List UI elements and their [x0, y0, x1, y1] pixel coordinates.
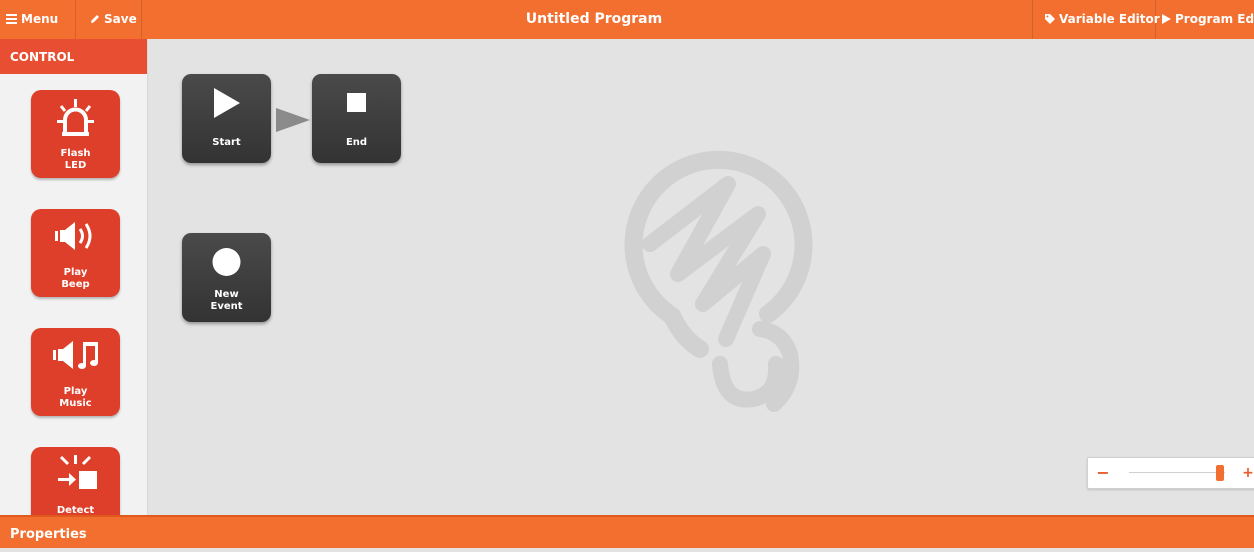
connector-arrow-icon — [276, 108, 312, 136]
palette-block-detect[interactable]: Detect — [31, 447, 120, 515]
tag-icon — [1045, 0, 1055, 39]
palette-block-label-line2: Beep — [61, 279, 90, 290]
program-editor-label: Program Edi — [1175, 12, 1254, 26]
palette-category-control[interactable]: CONTROL — [0, 39, 147, 74]
new-event-node[interactable]: New Event — [182, 233, 271, 322]
end-node[interactable]: End — [312, 74, 401, 163]
zoom-out-button[interactable]: − — [1088, 458, 1118, 488]
lightbulb-logo-icon — [608, 134, 828, 428]
palette-block-flash-led[interactable]: Flash LED — [31, 90, 120, 178]
program-canvas[interactable]: Start End New Event − + — [148, 39, 1254, 515]
variable-editor-button[interactable]: Variable Editor — [1032, 0, 1160, 39]
node-label: Start — [212, 137, 241, 148]
zoom-slider-thumb[interactable] — [1216, 465, 1225, 481]
menu-button[interactable]: Menu — [0, 0, 76, 39]
hamburger-icon — [6, 0, 17, 39]
zoom-control: − + — [1087, 457, 1254, 489]
palette-block-play-beep[interactable]: Play Beep — [31, 209, 120, 297]
top-bar: Untitled Program Menu Save Variable Edit… — [0, 0, 1254, 39]
block-palette: CONTROL Flash LED Play Beep Play Music D… — [0, 39, 148, 515]
zoom-slider-track[interactable] — [1129, 472, 1225, 473]
node-label-line1: New — [214, 289, 239, 300]
node-label: End — [345, 137, 368, 148]
program-editor-button[interactable]: Program Edi — [1156, 0, 1254, 39]
palette-block-label-line1: Flash — [60, 148, 91, 159]
palette-block-label-line1: Play — [63, 267, 88, 278]
save-button[interactable]: Save — [76, 0, 142, 39]
variable-editor-label: Variable Editor — [1059, 12, 1160, 26]
menu-label: Menu — [21, 12, 59, 26]
program-title: Untitled Program — [525, 11, 663, 27]
play-small-icon — [1162, 0, 1171, 39]
node-label-line2: Event — [210, 301, 243, 312]
palette-block-label-line1: Play — [63, 386, 88, 397]
palette-block-label-line2: LED — [64, 160, 87, 171]
save-label: Save — [104, 12, 137, 26]
palette-block-label-line2: Music — [59, 398, 92, 409]
palette-block-play-music[interactable]: Play Music — [31, 328, 120, 416]
properties-panel-toggle[interactable]: Properties — [0, 515, 1254, 548]
palette-block-label-line1: Detect — [56, 505, 95, 515]
start-node[interactable]: Start — [182, 74, 271, 163]
zoom-in-button[interactable]: + — [1238, 458, 1254, 488]
pencil-icon — [90, 0, 100, 39]
